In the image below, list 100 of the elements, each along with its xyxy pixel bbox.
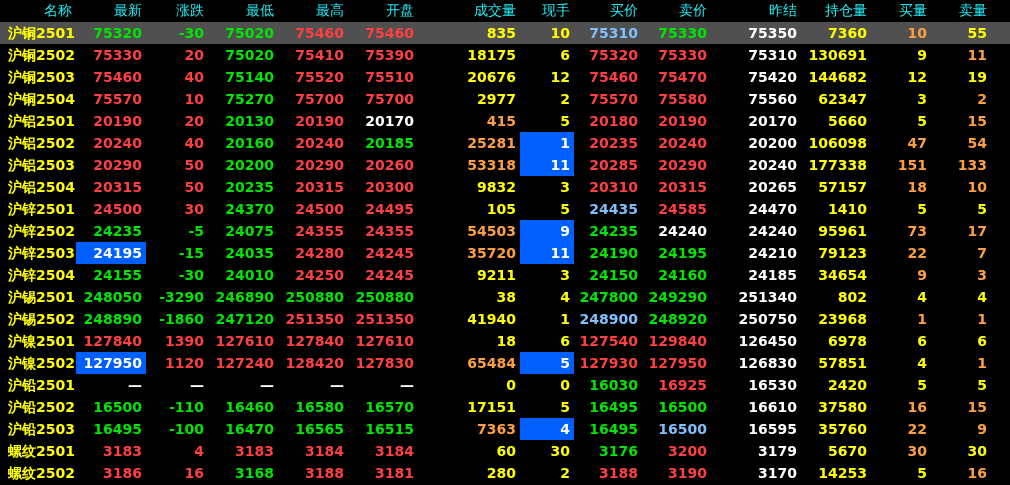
- quote-cell: 20200: [748, 135, 797, 151]
- quote-cell: 24245: [365, 245, 414, 261]
- contract-name: 螺纹2501: [8, 443, 75, 459]
- quote-cell: 1120: [165, 355, 204, 371]
- quote-cell: 3179: [758, 443, 797, 459]
- contract-name: 沪铅2503: [8, 421, 75, 437]
- column-header[interactable]: 开盘: [348, 0, 418, 22]
- column-header[interactable]: 持仓量: [801, 0, 871, 22]
- quote-cell: 3168: [235, 465, 274, 481]
- quote-cell: 24195: [93, 245, 142, 261]
- quote-cell: 127540: [579, 333, 638, 349]
- table-row[interactable]: 沪锌2501 24500 30 24370 24500 24495 105 5 24435 24585 24470 1410 5 5: [0, 198, 1010, 220]
- quote-cell: 20300: [365, 179, 414, 195]
- quote-cell: 20290: [93, 157, 142, 173]
- table-row[interactable]: 沪铜2501 75320 -30 75020 75460 75460 835 10 75310 75330 75350 7360 10 55: [0, 22, 1010, 44]
- quote-cell: 24355: [295, 223, 344, 239]
- quote-cell: 127240: [215, 355, 274, 371]
- quote-cell: 280: [486, 465, 516, 481]
- table-row[interactable]: 沪锡2502 248890 -1860 247120 251350 251350 41940 1 248900 248920 250750 23968 1 1: [0, 308, 1010, 330]
- table-row[interactable]: 沪铝2503 20290 50 20200 20290 20260 53318 11 20285 20290 20240 177338 151 133: [0, 154, 1010, 176]
- quote-cell: 20290: [295, 157, 344, 173]
- quote-cell: 2: [560, 465, 570, 481]
- column-header[interactable]: 买量: [871, 0, 931, 22]
- table-row[interactable]: 螺纹2502 3186 16 3168 3188 3181 280 2 3188 3190 3170 14253 5 16: [0, 462, 1010, 484]
- quote-cell: 24235: [589, 223, 638, 239]
- quote-cell: 19: [967, 69, 987, 85]
- column-header[interactable]: 卖价: [642, 0, 711, 22]
- contract-name: 沪锌2501: [8, 201, 75, 217]
- quote-cell: 802: [837, 289, 867, 305]
- table-row[interactable]: 沪铝2502 20240 40 20160 20240 20185 25281 1 20235 20240 20200 106098 47 54: [0, 132, 1010, 154]
- column-header[interactable]: 名称: [0, 0, 76, 22]
- quote-cell: 50: [184, 179, 204, 195]
- quote-cell: 20180: [589, 113, 638, 129]
- quote-cell: 75580: [658, 91, 707, 107]
- column-header[interactable]: 最高: [278, 0, 348, 22]
- contract-name: 沪铜2503: [8, 69, 75, 85]
- table-row[interactable]: 沪镍2502 127950 1120 127240 128420 127830 65484 5 127930 127950 126830 57851 4 1: [0, 352, 1010, 374]
- quote-cell: 16500: [658, 399, 707, 415]
- table-row[interactable]: 沪锌2504 24155 -30 24010 24250 24245 9211 3 24150 24160 24185 34654 9 3: [0, 264, 1010, 286]
- quote-cell: 16495: [589, 421, 638, 437]
- quote-cell: 9: [977, 421, 987, 437]
- quote-cell: 248900: [579, 311, 638, 327]
- table-row[interactable]: 沪锌2502 24235 -5 24075 24355 24355 54503 9 24235 24240 24240 95961 73 17: [0, 220, 1010, 242]
- quote-cell: 75390: [365, 47, 414, 63]
- table-row[interactable]: 沪铝2501 20190 20 20130 20190 20170 415 5 20180 20190 20170 5660 5 15: [0, 110, 1010, 132]
- contract-name: 沪锌2503: [8, 245, 75, 261]
- table-row[interactable]: 沪镍2501 127840 1390 127610 127840 127610 18 6 127540 129840 126450 6978 6 6: [0, 330, 1010, 352]
- column-header[interactable]: 最新: [76, 0, 146, 22]
- quote-cell: 75020: [225, 25, 274, 41]
- quote-cell: 23968: [818, 311, 867, 327]
- quote-cell: 9: [917, 267, 927, 283]
- quote-cell: 5: [917, 377, 927, 393]
- quote-cell: 127610: [355, 333, 414, 349]
- column-header[interactable]: 现手: [520, 0, 574, 22]
- table-row[interactable]: 沪铅2503 16495 -100 16470 16565 16515 7363 4 16495 16500 16595 35760 22 9: [0, 418, 1010, 440]
- contract-name: 沪锌2504: [8, 267, 75, 283]
- quote-cell: 251350: [355, 311, 414, 327]
- table-row[interactable]: 螺纹2501 3183 4 3183 3184 3184 60 30 3176 3200 3179 5670 30 30: [0, 440, 1010, 462]
- quote-cell: 20235: [225, 179, 274, 195]
- column-header[interactable]: 卖量: [931, 0, 991, 22]
- quote-cell: 5: [560, 355, 570, 371]
- table-row[interactable]: 沪铜2502 75330 20 75020 75410 75390 18175 6 75320 75330 75310 130691 9 11: [0, 44, 1010, 66]
- table-row[interactable]: 沪铜2503 75460 40 75140 75520 75510 20676 12 75460 75470 75420 144682 12 19: [0, 66, 1010, 88]
- quote-cell: 144682: [808, 69, 867, 85]
- table-row[interactable]: 沪铅2502 16500 -110 16460 16580 16570 17151 5 16495 16500 16610 37580 16 15: [0, 396, 1010, 418]
- quote-cell: 24500: [93, 201, 142, 217]
- quote-cell: 24470: [748, 201, 797, 217]
- quote-cell: 126830: [738, 355, 797, 371]
- quote-cell: 5660: [828, 113, 867, 129]
- quote-cell: 4: [560, 421, 570, 437]
- column-header[interactable]: 成交量: [418, 0, 520, 22]
- table-row[interactable]: 沪锡2501 248050 -3290 246890 250880 250880 38 4 247800 249290 251340 802 4 4: [0, 286, 1010, 308]
- table-row[interactable]: 沪铅2501 — — — — — 0 0 16030 16925 16530 2420 5 5: [0, 374, 1010, 396]
- column-header[interactable]: 涨跌: [146, 0, 208, 22]
- column-header[interactable]: 买价: [574, 0, 642, 22]
- contract-name: 螺纹2502: [8, 465, 75, 481]
- table-row[interactable]: 沪铝2504 20315 50 20235 20315 20300 9832 3 20310 20315 20265 57157 18 10: [0, 176, 1010, 198]
- column-header[interactable]: 昨结: [711, 0, 801, 22]
- quote-cell: —: [260, 377, 274, 393]
- quote-cell: 24235: [93, 223, 142, 239]
- quote-cell: 126450: [738, 333, 797, 349]
- quote-cell: 177338: [808, 157, 867, 173]
- quote-cell: 127840: [83, 333, 142, 349]
- contract-name: 沪铅2502: [8, 399, 75, 415]
- quote-cell: 129840: [648, 333, 707, 349]
- table-row[interactable]: 沪锌2503 24195 -15 24035 24280 24245 35720 11 24190 24195 24210 79123 22 7: [0, 242, 1010, 264]
- quote-cell: 75700: [295, 91, 344, 107]
- quote-cell: 75270: [225, 91, 274, 107]
- quote-cell: 249290: [648, 289, 707, 305]
- table-row[interactable]: 沪铜2504 75570 10 75270 75700 75700 2977 2 75570 75580 75560 62347 3 2: [0, 88, 1010, 110]
- quote-cell: 5: [560, 399, 570, 415]
- quote-cell: 53318: [467, 157, 516, 173]
- quote-cell: 24195: [658, 245, 707, 261]
- quote-cell: 10: [550, 25, 570, 41]
- quote-cell: 16925: [658, 377, 707, 393]
- quote-cell: 75560: [748, 91, 797, 107]
- contract-name: 沪锡2502: [8, 311, 75, 327]
- contract-name: 沪铜2504: [8, 91, 75, 107]
- quote-cell: 57851: [818, 355, 867, 371]
- column-header[interactable]: 最低: [208, 0, 278, 22]
